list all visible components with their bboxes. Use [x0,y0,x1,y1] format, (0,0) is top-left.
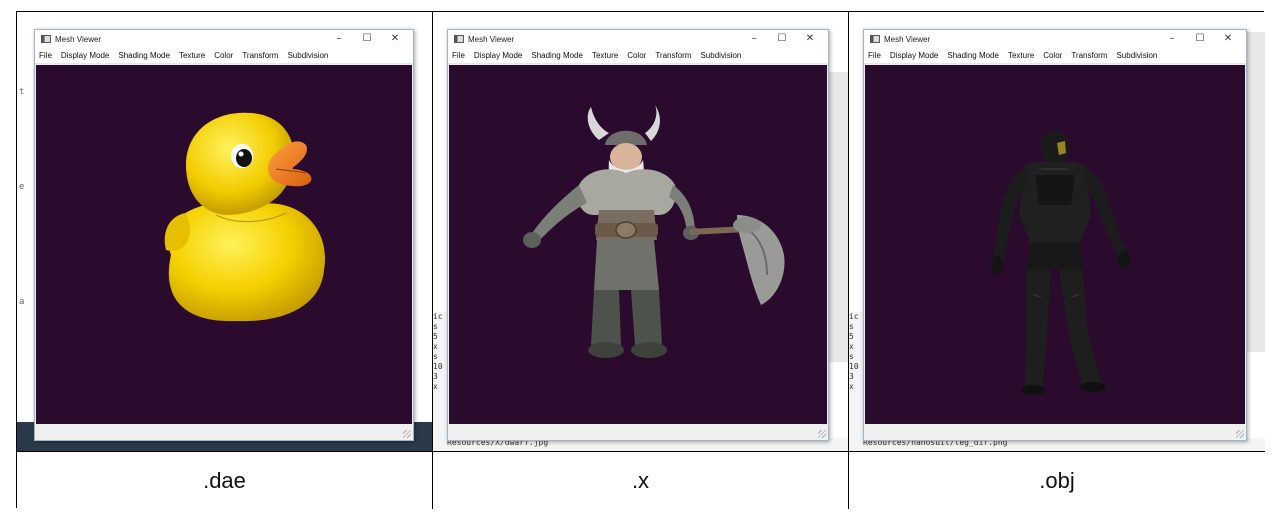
background-text: a [19,297,25,307]
app-icon [870,35,880,43]
window-title: Mesh Viewer [55,34,102,44]
render-viewport[interactable] [449,65,827,424]
menu-bar: File Display Mode Shading Mode Texture C… [35,48,413,64]
format-caption: .x [631,467,650,493]
resize-grip[interactable] [403,430,411,438]
format-caption: .obj [1039,467,1075,493]
menu-color[interactable]: Color [627,51,646,60]
format-caption: .dae [203,467,246,493]
menu-file[interactable]: File [39,51,52,60]
status-bar [448,424,828,440]
status-bar [35,424,413,440]
close-button[interactable]: ✕ [1214,30,1242,48]
background-text: t [19,87,25,97]
render-viewport[interactable] [865,65,1245,424]
title-bar: Mesh Viewer – ☐ ✕ [35,30,413,48]
menu-shading-mode[interactable]: Shading Mode [118,51,170,60]
status-bar [864,424,1246,440]
screenshot-cell-dae: t e a Mesh Viewer – ☐ ✕ File Display Mod… [17,12,433,452]
title-bar: Mesh Viewer – ☐ ✕ [864,30,1246,48]
minimize-button[interactable]: – [740,30,768,48]
menu-color[interactable]: Color [1043,51,1062,60]
resize-grip[interactable] [818,430,826,438]
menu-shading-mode[interactable]: Shading Mode [531,51,583,60]
menu-bar: File Display Mode Shading Mode Texture C… [448,48,828,64]
menu-texture[interactable]: Texture [592,51,618,60]
menu-bar: File Display Mode Shading Mode Texture C… [864,48,1246,64]
app-icon [41,35,51,43]
resize-grip[interactable] [1236,430,1244,438]
rubber-duck-model [164,112,326,322]
close-button[interactable]: ✕ [381,30,409,48]
mesh-viewer-window: Mesh Viewer – ☐ ✕ File Display Mode Shad… [34,29,414,441]
background-window [1247,32,1265,352]
screenshot-cell-obj: ic s 5 x s 10 3 x Resources/nanosuit/leg_dif.pn… [849,12,1265,452]
maximize-button[interactable]: ☐ [1186,30,1214,48]
menu-transform[interactable]: Transform [655,51,691,60]
window-title: Mesh Viewer [884,34,931,44]
background-text: e [19,182,25,192]
menu-file[interactable]: File [452,51,465,60]
window-title: Mesh Viewer [468,34,515,44]
app-icon [454,35,464,43]
maximize-button[interactable]: ☐ [768,30,796,48]
menu-color[interactable]: Color [214,51,233,60]
render-viewport[interactable] [36,65,412,424]
screenshot-cell-x: ic s 5 x s 10 3 x Resources/X/dwarf.jpg Mesh Vi… [433,12,849,452]
menu-subdivision[interactable]: Subdivision [700,51,741,60]
menu-texture[interactable]: Texture [1008,51,1034,60]
menu-display-mode[interactable]: Display Mode [61,51,109,60]
menu-transform[interactable]: Transform [1071,51,1107,60]
menu-subdivision[interactable]: Subdivision [287,51,328,60]
menu-file[interactable]: File [868,51,881,60]
menu-transform[interactable]: Transform [242,51,278,60]
title-bar: Mesh Viewer – ☐ ✕ [448,30,828,48]
comparison-table: t e a Mesh Viewer – ☐ ✕ File Display Mod… [16,11,1265,509]
menu-display-mode[interactable]: Display Mode [890,51,938,60]
caption-cell-obj: .obj [849,452,1265,509]
console-background: ic s 5 x s 10 3 x [849,312,863,451]
minimize-button[interactable]: – [325,30,353,48]
mesh-viewer-window: Mesh Viewer – ☐ ✕ File Display Mode Shad… [447,29,829,441]
close-button[interactable]: ✕ [796,30,824,48]
mesh-viewer-window: Mesh Viewer – ☐ ✕ File Display Mode Shad… [863,29,1247,441]
minimize-button[interactable]: – [1158,30,1186,48]
nanosuit-model [991,130,1130,395]
maximize-button[interactable]: ☐ [353,30,381,48]
menu-display-mode[interactable]: Display Mode [474,51,522,60]
dwarf-model [523,105,785,358]
console-background: ic s 5 x s 10 3 x [433,312,447,451]
caption-cell-dae: .dae [17,452,433,509]
caption-cell-x: .x [433,452,849,509]
menu-texture[interactable]: Texture [179,51,205,60]
background-window [829,72,848,362]
menu-subdivision[interactable]: Subdivision [1116,51,1157,60]
menu-shading-mode[interactable]: Shading Mode [947,51,999,60]
